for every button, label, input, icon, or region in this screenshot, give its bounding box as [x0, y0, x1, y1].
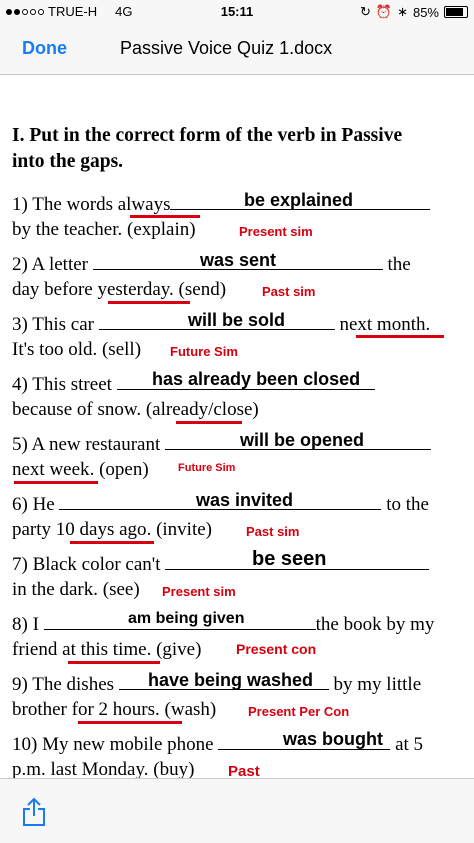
- question-1: 1) The words always: [12, 193, 431, 216]
- red-underline: [68, 661, 160, 664]
- question-5: 5) A new restaurant: [12, 433, 432, 456]
- red-underline: [108, 301, 190, 304]
- tense-5: Future Sim: [178, 462, 236, 474]
- question-1-line-2: by the teacher. (explain): [12, 219, 196, 240]
- battery-icon: [444, 6, 468, 18]
- question-7-line-2: in the dark. (see): [12, 579, 140, 600]
- alarm-icon: ⏰: [375, 4, 393, 19]
- orientation-lock-icon: ↻: [359, 4, 371, 19]
- answer-8: am being given: [128, 610, 245, 627]
- tense-7: Present sim: [162, 584, 236, 599]
- answer-5: will be opened: [240, 430, 365, 450]
- share-icon[interactable]: [22, 797, 46, 832]
- tense-2: Past sim: [262, 284, 316, 299]
- bottom-toolbar: [0, 778, 474, 843]
- question-7: 7) Black color can't: [12, 553, 430, 576]
- bluetooth-icon: ∗: [397, 4, 408, 19]
- red-underline: [70, 541, 154, 544]
- red-underline: [356, 335, 444, 338]
- answer-6: was invited: [196, 490, 294, 510]
- answer-9: have being washed: [148, 670, 314, 690]
- red-underline: [176, 421, 242, 424]
- tense-3: Future Sim: [170, 344, 238, 359]
- question-9-line-2: brother for 2 hours. (wash): [12, 699, 217, 720]
- answer-2: was sent: [200, 250, 277, 270]
- question-4-line-2: because of snow. (already/close): [12, 399, 259, 420]
- answer-1: be explained: [244, 190, 354, 210]
- section-heading: I. Put in the correct form of the verb i…: [12, 125, 403, 172]
- answer-4: has already been closed: [152, 369, 361, 389]
- battery-percent: 85%: [412, 4, 439, 20]
- answer-3: will be sold: [188, 310, 286, 330]
- tense-1: Present sim: [239, 224, 313, 239]
- answer-10: was bought: [283, 729, 383, 749]
- document-title: Passive Voice Quiz 1.docx: [120, 38, 333, 58]
- red-underline: [14, 481, 98, 484]
- underlined-word: always: [117, 194, 171, 215]
- red-underline: [130, 215, 200, 218]
- tense-8: Present con: [236, 641, 317, 657]
- red-underline: [78, 721, 182, 724]
- done-button[interactable]: Done: [22, 38, 67, 59]
- question-3-line-2: It's too old. (sell): [12, 339, 142, 360]
- question-2-line-2: day before yesterday. (send): [12, 279, 227, 300]
- status-bar: TRUE-H 4G 15:11 ↻ ⏰ ∗ 85%: [0, 0, 474, 22]
- tense-9: Present Per Con: [248, 704, 350, 719]
- answer-7: be seen: [252, 548, 327, 570]
- question-5-line-2: next week. (open): [12, 459, 149, 480]
- document-content[interactable]: I. Put in the correct form of the verb i…: [0, 75, 474, 784]
- question-6-line-2: party 10 days ago. (invite): [12, 519, 212, 540]
- navigation-bar: Done Passive Voice Quiz 1.docx: [0, 22, 474, 75]
- question-8-line-2: friend at this time. (give): [12, 639, 202, 660]
- tense-6: Past sim: [246, 524, 300, 539]
